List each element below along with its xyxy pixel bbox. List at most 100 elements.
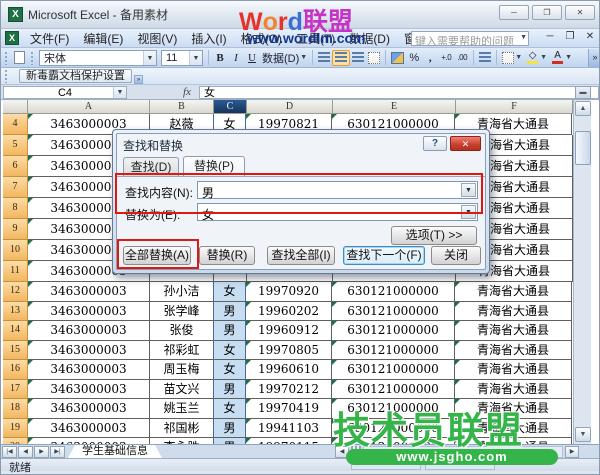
borders-button[interactable]: ▼ [500,50,524,66]
cell-D12[interactable]: 19970920 [246,282,332,302]
dialog-close-button[interactable]: ✕ [450,136,481,151]
cell-E14[interactable]: 630121000000 [332,321,455,341]
cell-C12[interactable]: 女 [213,282,246,302]
row-header-7[interactable]: 7 [3,177,28,198]
row-header-19[interactable]: 19 [3,419,28,439]
cell-A18[interactable]: 3463000003 [28,399,150,419]
cell-E12[interactable]: 630121000000 [332,282,455,302]
cell-D17[interactable]: 19970212 [246,380,332,400]
cell-C13[interactable]: 男 [213,302,246,322]
align-center-button[interactable] [332,50,350,66]
menu-item-view[interactable]: 视图(V) [130,29,184,48]
cell-C14[interactable]: 男 [213,321,246,341]
toolbar-grip[interactable] [4,51,8,65]
cell-B17[interactable]: 苗文兴 [150,380,214,400]
help-search-input[interactable]: 键入需要帮助的问题 [411,31,529,46]
cell-C15[interactable]: 女 [213,341,246,361]
prev-sheet-icon[interactable]: ◀ [18,446,33,458]
cell-F12[interactable]: 青海省大通县 [455,282,572,302]
row-header-15[interactable]: 15 [3,341,28,361]
cell-A15[interactable]: 3463000003 [28,341,150,361]
cell-D16[interactable]: 19960610 [246,360,332,380]
underline-button[interactable]: U [244,50,260,66]
scrollbar-split-box[interactable]: ▬ [575,86,591,99]
last-sheet-icon[interactable]: ▶| [50,446,65,458]
cell-D15[interactable]: 19970805 [246,341,332,361]
merge-center-button[interactable] [366,50,382,66]
font-size-combo[interactable]: 11 ▼ [161,50,203,66]
italic-button[interactable]: I [228,50,244,66]
cell-E13[interactable]: 630121000000 [332,302,455,322]
maximize-button[interactable]: ❐ [532,5,562,20]
antivirus-protect-button[interactable]: 新毒霸文档保护设置 [19,69,132,83]
cell-E15[interactable]: 630121000000 [332,341,455,361]
align-left-button[interactable] [316,50,332,66]
cell-A17[interactable]: 3463000003 [28,380,150,400]
row-header-9[interactable]: 9 [3,219,28,240]
font-name-combo[interactable]: 宋体 ▼ [39,50,157,66]
cell-A14[interactable]: 3463000003 [28,321,150,341]
row-header-16[interactable]: 16 [3,360,28,380]
select-all-corner[interactable] [3,100,28,114]
chevron-down-icon[interactable]: ▼ [189,51,202,65]
comma-button[interactable]: , [422,50,438,66]
name-box[interactable]: C4 [3,86,127,99]
menu-item-edit[interactable]: 编辑(E) [76,29,130,48]
row-header-8[interactable]: 8 [3,198,28,219]
close-button[interactable]: ✕ [565,5,595,20]
column-header-c[interactable]: C [214,100,247,114]
cell-F14[interactable]: 青海省大通县 [455,321,572,341]
cell-B18[interactable]: 姚玉兰 [150,399,214,419]
formula-input[interactable]: 女 [199,86,599,99]
cell-B14[interactable]: 张俊 [150,321,214,341]
cell-A19[interactable]: 3463000003 [28,419,150,439]
vertical-scrollbar[interactable]: ▬ ▲ ▼ [573,100,591,444]
find-next-button[interactable]: 查找下一个(F) [343,246,425,265]
sheet-tab[interactable]: 学生基础信息 [68,445,162,458]
cell-B13[interactable]: 张学峰 [150,302,214,322]
menu-item-file[interactable]: 文件(F) [23,29,76,48]
next-sheet-icon[interactable]: ▶ [34,446,49,458]
close-dialog-button[interactable]: 关闭 [431,246,481,265]
decrease-decimal-button[interactable]: .00 [454,50,470,66]
cell-F17[interactable]: 青海省大通县 [455,380,572,400]
cell-B16[interactable]: 周玉梅 [150,360,214,380]
row-header-10[interactable]: 10 [3,240,28,261]
increase-decimal-button[interactable]: +.0 [438,50,454,66]
replace-button[interactable]: 替换(R) [199,246,255,265]
menu-item-insert[interactable]: 插入(I) [184,29,233,48]
options-button[interactable]: 选项(T) >> [391,226,477,245]
toolbar-overflow-icon[interactable]: » [588,49,600,67]
cell-C17[interactable]: 男 [213,380,246,400]
column-header-f[interactable]: F [456,100,573,114]
column-header-d[interactable]: D [247,100,333,114]
indent-button[interactable] [477,50,493,66]
row-header-5[interactable]: 5 [3,135,28,156]
toolbar-grip[interactable] [4,69,8,83]
row-header-11[interactable]: 11 [3,261,28,282]
cell-A16[interactable]: 3463000003 [28,360,150,380]
dialog-help-button[interactable]: ? [423,136,447,151]
first-sheet-icon[interactable]: |◀ [2,446,17,458]
cell-D19[interactable]: 19941103 [246,419,332,439]
hscroll-right-icon[interactable]: ▶ [565,446,579,458]
row-header-6[interactable]: 6 [3,156,28,177]
cell-B12[interactable]: 孙小洁 [150,282,214,302]
row-header-13[interactable]: 13 [3,302,28,322]
fill-color-button[interactable]: ◇▼ [524,50,549,66]
row-header-4[interactable]: 4 [3,114,28,135]
scroll-down-icon[interactable]: ▼ [575,427,591,442]
percent-button[interactable]: % [406,50,422,66]
cell-A13[interactable]: 3463000003 [28,302,150,322]
cell-C16[interactable]: 女 [213,360,246,380]
cell-F16[interactable]: 青海省大通县 [455,360,572,380]
minimize-button[interactable]: ─ [499,5,529,20]
row-header-14[interactable]: 14 [3,321,28,341]
bold-button[interactable]: B [212,50,228,66]
cell-F13[interactable]: 青海省大通县 [455,302,572,322]
workbook-restore-button[interactable]: ❐ [563,31,577,42]
align-right-button[interactable] [350,50,366,66]
fx-icon[interactable]: fx [183,86,199,98]
data-menu-button[interactable]: 数据(D)▼ [260,50,309,66]
cell-E16[interactable]: 630121000000 [332,360,455,380]
